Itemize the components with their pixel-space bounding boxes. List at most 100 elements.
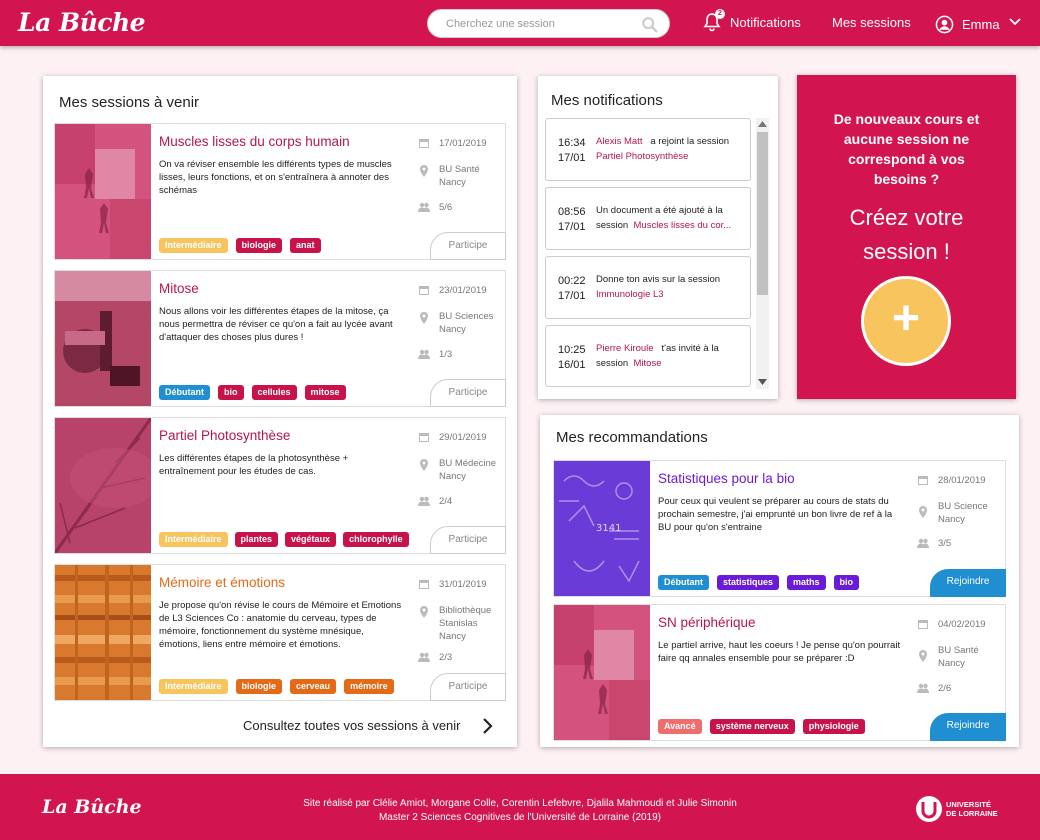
tag[interactable]: cerveau [290,679,337,694]
tag[interactable]: Intermédiaire [159,532,228,547]
notification-time: 00:22 [558,275,586,287]
tag[interactable]: végétaux [285,532,337,547]
tag[interactable]: Intermédiaire [159,238,228,253]
calendar-icon [419,139,429,148]
notification-item[interactable]: 10:25 16/01 Pierre Kiroule t'as invité à… [545,325,751,387]
session-participants: 2/3 [439,652,453,663]
session-title[interactable]: Mémoire et émotions [159,575,285,590]
tag[interactable]: mitose [304,385,346,400]
notification-session[interactable]: Mitose [634,358,662,369]
tag[interactable]: Débutant [159,385,210,400]
participants-icon [418,202,430,212]
session-card[interactable]: Muscles lisses du corps humain On va rév… [54,123,506,260]
session-location: BU Science Nancy [938,501,988,525]
notification-session[interactable]: Partiel Photosynthèse [596,151,688,162]
tag[interactable]: biologie [235,238,283,253]
notification-actor[interactable]: Alexis Matt [596,136,642,147]
session-tags: Intermédiaire biologie cerveau mémoire [159,679,394,694]
calendar-icon [419,286,429,295]
session-thumbnail [55,418,151,553]
tag[interactable]: physiologie [802,719,865,734]
session-title[interactable]: Mitose [159,281,199,296]
tag[interactable]: cellules [251,385,297,400]
session-title[interactable]: Statistiques pour la bio [658,471,795,486]
session-description: Pour ceux qui veulent se préparer au cou… [658,496,893,533]
search-icon[interactable] [641,16,659,34]
chevron-down-icon[interactable] [1008,17,1022,27]
tag[interactable]: Intermédiaire [159,679,228,694]
session-card[interactable]: Mémoire et émotions Je propose qu'on rév… [54,564,506,701]
recommended-session-card[interactable]: SN périphérique Le partiel arrive, haut … [553,604,1006,741]
participants-icon [418,652,430,662]
session-thumbnail [554,605,650,740]
notification-session[interactable]: Muscles lisses du cor... [634,220,732,231]
session-thumbnail [55,271,151,406]
tag[interactable]: biologie [235,679,283,694]
tag[interactable]: système nerveux [709,719,795,734]
tag[interactable]: Débutant [658,575,709,590]
calendar-icon [918,476,928,485]
upcoming-sessions-panel: Mes sessions à venir Muscles lisses du c… [43,76,517,747]
notification-text: Donne ton avis sur la session [596,274,721,285]
session-date: 29/01/2019 [439,432,487,443]
scroll-down-arrow-icon[interactable] [758,379,767,385]
notification-session[interactable]: Immunologie L3 [596,289,664,300]
create-session-button[interactable]: + [861,276,951,366]
join-button[interactable]: Rejoindre [930,713,1006,741]
notification-item[interactable]: 16:34 17/01 Alexis Matt a rejoint la ses… [545,118,751,181]
see-all-upcoming-link[interactable]: Consultez toutes vos sessions à venir [243,718,461,733]
scrollbar-thumb[interactable] [757,132,768,295]
user-name[interactable]: Emma [962,17,1000,32]
session-title[interactable]: SN périphérique [658,615,756,630]
session-tags: Intermédiaire plantes végétaux chlorophy… [159,532,409,547]
nav-my-sessions[interactable]: Mes sessions [832,15,911,30]
participants-icon [418,349,430,359]
scroll-up-arrow-icon[interactable] [758,121,767,127]
participate-button[interactable]: Participe [430,526,506,554]
session-title[interactable]: Partiel Photosynthèse [159,428,290,443]
tag[interactable]: maths [787,575,826,590]
recommended-session-card[interactable]: 3141 Statistiques pour la bio Pour ceux … [553,460,1006,597]
chevron-right-icon[interactable] [481,716,493,736]
participate-button[interactable]: Participe [430,232,506,260]
tag[interactable]: statistiques [717,575,780,590]
upcoming-sessions-title: Mes sessions à venir [59,94,200,111]
join-button[interactable]: Rejoindre [930,569,1006,597]
tag[interactable]: bio [833,575,860,590]
notifications-scrollbar[interactable] [756,118,769,389]
tag[interactable]: Avancé [658,719,702,734]
notification-item[interactable]: 08:56 17/01 Un document a été ajouté à l… [545,187,751,250]
session-card[interactable]: Partiel Photosynthèse Les différentes ét… [54,417,506,554]
location-pin-icon [420,606,428,618]
session-participants: 1/3 [439,349,453,360]
site-logo[interactable]: La Bûche [18,8,146,37]
session-location: BU Sciences Nancy [439,311,494,335]
calendar-icon [419,433,429,442]
notification-time: 16:34 [558,137,586,149]
notification-actor[interactable]: Pierre Kiroule [596,343,654,354]
user-avatar-icon[interactable] [935,15,954,34]
participate-button[interactable]: Participe [430,673,506,701]
tag[interactable]: mémoire [344,679,394,694]
tag[interactable]: bio [218,385,244,400]
site-footer: La Bûche Site réalisé par Clélie Amiot, … [0,774,1040,840]
tag[interactable]: plantes [234,532,279,547]
participate-button[interactable]: Participe [430,379,506,407]
notifications-title: Mes notifications [551,92,663,109]
session-card[interactable]: Mitose Nous allons voir les différentes … [54,270,506,407]
footer-credits: Site réalisé par Clélie Amiot, Morgane C… [0,797,1040,825]
location-pin-icon [919,650,927,662]
session-title[interactable]: Muscles lisses du corps humain [159,134,350,149]
recommendations-panel: Mes recommandations 3141 Statistiques po… [540,415,1019,747]
nav-notifications[interactable]: Notifications [730,15,801,30]
participants-icon [418,496,430,506]
session-location: BU Santé Nancy [938,645,979,669]
search-input[interactable]: Cherchez une session [427,9,670,38]
calendar-icon [918,620,928,629]
session-tags: Intermédiaire biologie anat [159,238,321,253]
tag[interactable]: anat [290,238,321,253]
recommendations-title: Mes recommandations [556,429,708,446]
notification-item[interactable]: 00:22 17/01 Donne ton avis sur la sessio… [545,256,751,319]
tag[interactable]: chlorophylle [343,532,409,547]
university-logo[interactable]: UNIVERSITÉ DE LORRAINE [915,795,998,825]
